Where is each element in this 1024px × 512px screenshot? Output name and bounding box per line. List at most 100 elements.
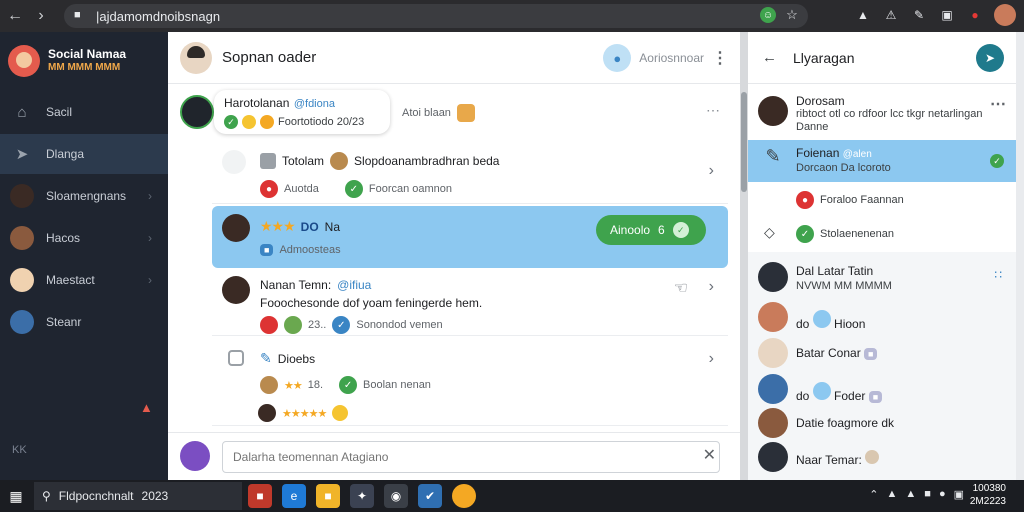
list-item[interactable]: Dal Latar Tatin NVWM MM MMMM ∷ [748, 254, 1016, 298]
warning-icon[interactable]: ▲ [140, 400, 153, 415]
right-scrollbar[interactable] [1016, 32, 1024, 480]
sidebar-item-maestact[interactable]: Maestact › [0, 260, 168, 300]
main-scrollbar[interactable] [740, 32, 748, 480]
alert-icon[interactable]: ⚠ [882, 6, 900, 24]
clock[interactable]: 100380 2M2223 [970, 482, 1006, 508]
forward-arrow-icon[interactable]: › [30, 5, 52, 27]
profile-avatar[interactable] [994, 4, 1016, 26]
avatar [758, 338, 788, 368]
list-item[interactable]: Totolam Slopdoanambradhran beda ● Auotda… [212, 142, 728, 204]
address-bar[interactable]: ■ |ajdamomdnoibsnagn ☺ ☆ [64, 4, 808, 28]
list-item[interactable]: Naar Temar: [748, 440, 1016, 474]
list-item[interactable]: Datie foagmore dk [748, 406, 1016, 440]
chevron-right-icon[interactable]: › [709, 162, 714, 180]
card-meta: Foorcan oamnon [368, 183, 453, 195]
chevron-right-icon: › [148, 273, 152, 287]
more-icon[interactable]: ⋮ [712, 48, 728, 68]
avatar [222, 276, 250, 304]
gift-icon[interactable] [456, 104, 475, 122]
avatar[interactable] [180, 95, 214, 129]
contact-sub: NVWM MM MMMM [796, 280, 892, 292]
sidebar-item-steanr[interactable]: Steanr [0, 302, 168, 342]
fullscreen-icon[interactable]: ▣ [938, 6, 956, 24]
share-icon[interactable]: ☜ [674, 278, 688, 298]
check-icon: ✓ [990, 154, 1004, 168]
sidebar-header: Social Namaa MM MMM MMM [0, 32, 168, 90]
star-icon[interactable]: ☆ [784, 7, 800, 23]
record-icon[interactable]: ● [966, 6, 984, 24]
emoji-icon[interactable] [452, 484, 476, 508]
back-arrow-icon[interactable]: ← [762, 49, 777, 66]
reaction-label: Atoi blaan [402, 107, 451, 119]
sidebar-item-hacos[interactable]: Hacos › [0, 218, 168, 258]
network-icon[interactable]: ▲ [887, 488, 898, 501]
highlighted-item[interactable]: ★★★ DO Na ■ Admoosteas Ainoolo 6 ✓ [212, 206, 728, 268]
list-item[interactable]: do Foder ■ [748, 372, 1016, 406]
record-icon: ● [796, 191, 814, 209]
contact-sub: Foraloo Faannan [820, 194, 904, 206]
list-item[interactable]: do Hioon [748, 300, 1016, 334]
pin-icon[interactable]: ▲ [905, 488, 916, 501]
send-icon[interactable]: ➤ [976, 44, 1004, 72]
contact-name: Dorosam [796, 94, 845, 108]
chevron-right-icon[interactable]: › [709, 350, 714, 368]
contact-sub: Stolaenenenan [820, 228, 895, 240]
back-arrow-icon[interactable]: ← [4, 5, 26, 27]
list-item[interactable]: Batar Conar ■ [748, 336, 1016, 370]
avatar[interactable] [180, 41, 212, 74]
shield-icon[interactable]: ▲ [854, 6, 872, 24]
pill-label: Ainoolo [610, 223, 651, 237]
post-author-card[interactable]: Harotolanan @fdiona ✓ Foortotiodo 20/23 [214, 90, 390, 134]
more-icon[interactable]: ⋯ [706, 102, 720, 119]
rating-stars: ★★★★★ [282, 407, 327, 420]
check-icon: ✓ [339, 376, 358, 394]
link-icon: ◇ [764, 224, 775, 240]
record-icon[interactable]: ● [939, 488, 946, 501]
comment-input[interactable] [222, 441, 720, 473]
emoji-icon [242, 115, 256, 129]
list-item[interactable]: Nanan Temn: @ifiua Fooochesonde dof yoam… [212, 268, 728, 336]
navigate-icon: ➤ [15, 146, 29, 163]
app-icon[interactable]: ■ [924, 488, 931, 501]
more-icon[interactable]: ⋯ [990, 94, 1006, 114]
list-item[interactable]: ✎ Foienan @alen Dorcaon Da lcoroto ✓ [748, 140, 1016, 182]
edge-icon[interactable]: e [282, 484, 306, 508]
gallery-icon[interactable]: ▣ [954, 488, 964, 501]
list-item[interactable]: ✎ Dioebs ★★ 18. ✓ Boolan nenan ★★★★★ › [212, 338, 728, 426]
app-icon[interactable]: ✔ [418, 484, 442, 508]
taskbar-search[interactable]: ⚲ Fldpocnchnalt 2023 [34, 482, 242, 510]
reaction-icon [260, 316, 278, 334]
chevron-up-icon[interactable]: ⌃ [869, 488, 878, 501]
list-item[interactable]: Dorosam ribtoct otl co rdfoor lcc tkgr n… [748, 84, 1016, 140]
grid-icon[interactable]: ∷ [994, 268, 1002, 282]
tag-icon: ■ [864, 348, 878, 360]
puzzle-icon[interactable]: ✎ [910, 6, 928, 24]
reaction-icon [284, 316, 302, 334]
card-text: Na [324, 219, 340, 234]
header-action[interactable]: Aoriosnnoar [639, 51, 704, 65]
avatar [758, 408, 788, 438]
app-icon[interactable]: ■ [248, 484, 272, 508]
info-icon [812, 310, 831, 328]
list-item[interactable]: ◇ ✓ Stolaenenenan [748, 216, 1016, 252]
chrome-icon[interactable]: ◉ [384, 484, 408, 508]
chevron-right-icon: › [148, 189, 152, 203]
account-icon[interactable]: ● [603, 44, 632, 72]
clock-date: 2M2223 [969, 496, 1006, 507]
list-item[interactable]: ● Foraloo Faannan [748, 182, 1016, 216]
sidebar-item-sloamengnans[interactable]: Sloamengnans › [0, 176, 168, 216]
extension-icon[interactable]: ☺ [760, 7, 776, 23]
chevron-right-icon[interactable]: › [709, 278, 714, 296]
app-icon[interactable]: ✦ [350, 484, 374, 508]
scroll-thumb[interactable] [741, 92, 747, 192]
close-icon[interactable]: ✕ [703, 445, 716, 465]
sidebar-item-dlanga[interactable]: ➤ Dlanga [0, 134, 168, 174]
windows-start-icon[interactable]: ▦ [0, 480, 32, 512]
action-pill-button[interactable]: Ainoolo 6 ✓ [596, 215, 706, 245]
folder-icon[interactable]: ■ [316, 484, 340, 508]
check-icon: ✓ [796, 225, 814, 243]
contact-name: Naar Temar: [796, 453, 862, 467]
sidebar-item-sacil[interactable]: ⌂ Sacil [0, 92, 168, 132]
avatar [758, 442, 788, 472]
check-icon: ✓ [224, 115, 238, 129]
